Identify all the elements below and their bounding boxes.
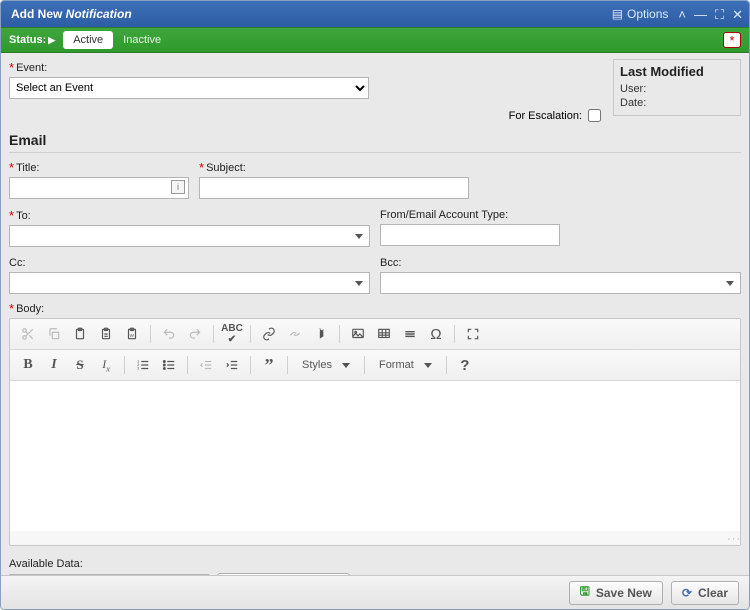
spellcheck-icon[interactable]: ABC✔ [220, 323, 244, 345]
svg-text:W: W [130, 333, 135, 338]
status-tab-active[interactable]: Active [63, 31, 113, 49]
divider [9, 152, 741, 153]
title-input[interactable] [9, 177, 189, 199]
last-modified-user: User: [620, 83, 734, 95]
insert-variable-button[interactable]: Insert Data Variable [217, 573, 350, 575]
required-indicator: * [723, 32, 741, 48]
format-select[interactable]: Format [371, 354, 440, 376]
styles-select[interactable]: Styles [294, 354, 358, 376]
title-label: *Title: [9, 161, 189, 174]
paste-word-icon[interactable]: W [120, 323, 144, 345]
to-label: *To: [9, 209, 370, 222]
email-section-title: Email [9, 132, 741, 148]
chevron-right-icon: ▶ [48, 35, 55, 46]
collapse-icon[interactable]: ˄ [678, 8, 686, 21]
window-title: Add New Notification [11, 7, 132, 21]
caret-down-icon [355, 281, 363, 286]
available-data-select[interactable]: Select an Event above to see Data option… [9, 574, 209, 575]
anchor-icon[interactable] [309, 323, 333, 345]
asterisk-icon: * [729, 34, 734, 47]
form-body: *Event: Select an Event For Escalation: … [1, 53, 749, 575]
redo-icon[interactable] [183, 323, 207, 345]
caret-down-icon [355, 234, 363, 239]
options-icon: ▤ [612, 7, 623, 21]
horizontal-rule-icon[interactable] [398, 323, 422, 345]
subject-label: *Subject: [199, 161, 469, 174]
special-char-icon[interactable]: Ω [424, 323, 448, 345]
event-select[interactable]: Select an Event [9, 77, 369, 99]
caret-down-icon [424, 363, 432, 368]
body-label: *Body: [9, 302, 741, 315]
remove-format-icon[interactable]: Ix [94, 354, 118, 376]
from-input [380, 224, 560, 246]
svg-text:3: 3 [137, 367, 139, 371]
from-label: From/Email Account Type: [380, 209, 741, 221]
image-icon[interactable] [346, 323, 370, 345]
refresh-icon: ⟳ [682, 586, 692, 600]
editor-toolbar-2: B I S Ix 123 ” Styles Format [10, 350, 740, 381]
status-tabs: Active Inactive [63, 31, 171, 49]
editor-toolbar-1: W ABC✔ Ω [10, 319, 740, 350]
clear-button[interactable]: ⟳ Clear [671, 581, 739, 605]
caret-down-icon [342, 363, 350, 368]
link-icon[interactable] [257, 323, 281, 345]
close-icon[interactable]: ✕ [732, 8, 743, 21]
titlebar: Add New Notification ▤ Options ˄ — ⛶ ✕ [1, 1, 749, 27]
available-data-label: Available Data: [9, 558, 741, 570]
clear-label: Clear [698, 586, 728, 600]
last-modified-panel: Last Modified User: Date: [613, 59, 741, 116]
italic-icon[interactable]: I [42, 354, 66, 376]
bullet-list-icon[interactable] [157, 354, 181, 376]
numbered-list-icon[interactable]: 123 [131, 354, 155, 376]
resize-handle[interactable]: ⋰ [10, 531, 740, 545]
options-button[interactable]: ▤ Options [612, 7, 669, 21]
subject-input[interactable] [199, 177, 469, 199]
footer: 🖫 Save New ⟳ Clear [1, 575, 749, 609]
strike-icon[interactable]: S [68, 354, 92, 376]
available-data-section: Available Data: Select an Event above to… [9, 558, 741, 575]
status-bar: Status: ▶ Active Inactive * [1, 27, 749, 53]
help-icon[interactable]: ? [453, 354, 477, 376]
minimize-icon[interactable]: — [694, 8, 707, 21]
blockquote-icon[interactable]: ” [257, 354, 281, 376]
bcc-label: Bcc: [380, 257, 741, 269]
cut-icon[interactable] [16, 323, 40, 345]
save-new-button[interactable]: 🖫 Save New [569, 581, 663, 605]
paste-text-icon[interactable] [94, 323, 118, 345]
outdent-icon[interactable] [194, 354, 218, 376]
last-modified-heading: Last Modified [620, 64, 734, 79]
caret-down-icon [726, 281, 734, 286]
indent-icon[interactable] [220, 354, 244, 376]
escalation-checkbox[interactable] [588, 109, 601, 122]
event-label: *Event: [9, 61, 605, 74]
status-tab-inactive[interactable]: Inactive [113, 31, 171, 49]
info-icon[interactable]: i [171, 180, 185, 194]
to-dropdown[interactable] [9, 225, 370, 247]
notification-window: Add New Notification ▤ Options ˄ — ⛶ ✕ S… [0, 0, 750, 610]
cc-dropdown[interactable] [9, 272, 370, 294]
maximize-editor-icon[interactable] [461, 323, 485, 345]
window-title-prefix: Add New [11, 7, 66, 21]
window-title-em: Notification [66, 7, 132, 21]
maximize-icon[interactable]: ⛶ [715, 8, 724, 21]
cc-label: Cc: [9, 257, 370, 269]
undo-icon[interactable] [157, 323, 181, 345]
paste-icon[interactable] [68, 323, 92, 345]
bold-icon[interactable]: B [16, 354, 40, 376]
save-label: Save New [596, 586, 652, 600]
copy-icon[interactable] [42, 323, 66, 345]
table-icon[interactable] [372, 323, 396, 345]
bcc-dropdown[interactable] [380, 272, 741, 294]
body-textarea[interactable] [10, 381, 740, 531]
rich-text-editor: W ABC✔ Ω [9, 318, 741, 546]
save-icon: 🖫 [580, 582, 590, 603]
unlink-icon[interactable] [283, 323, 307, 345]
last-modified-date: Date: [620, 97, 734, 109]
escalation-field: For Escalation: [509, 109, 605, 122]
escalation-label: For Escalation: [509, 110, 582, 122]
options-label: Options [627, 7, 668, 21]
status-label: Status: ▶ [9, 34, 55, 46]
